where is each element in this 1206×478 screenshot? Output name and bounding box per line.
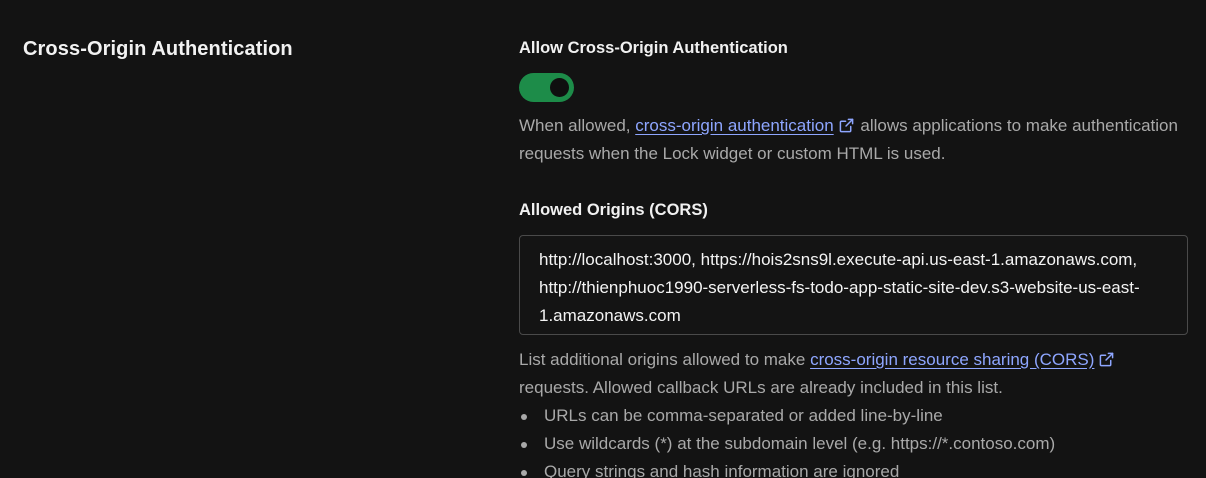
allow-help-prefix: When allowed, <box>519 116 636 135</box>
origins-help-prefix: List additional origins allowed to make <box>519 350 811 369</box>
toggle-knob <box>550 78 569 97</box>
allow-cross-origin-label: Allow Cross-Origin Authentication <box>519 39 788 57</box>
cross-origin-authentication-link[interactable]: cross-origin authentication <box>635 116 833 135</box>
origins-help-suffix: requests. Allowed callback URLs are alre… <box>519 378 1003 397</box>
list-item: Query strings and hash information are i… <box>519 458 1055 478</box>
external-link-icon[interactable] <box>1099 352 1114 367</box>
external-link-icon[interactable] <box>839 118 854 133</box>
allowed-origins-label: Allowed Origins (CORS) <box>519 201 708 219</box>
allow-cross-origin-help: When allowed, cross-origin authenticatio… <box>519 112 1179 168</box>
settings-page: Cross-Origin Authentication Allow Cross-… <box>0 0 1206 478</box>
allowed-origins-textarea[interactable]: http://localhost:3000, https://hois2sns9… <box>519 235 1188 335</box>
list-item: URLs can be comma-separated or added lin… <box>519 402 1055 430</box>
allowed-origins-help: List additional origins allowed to make … <box>519 346 1189 402</box>
origins-tips-list: URLs can be comma-separated or added lin… <box>519 402 1055 478</box>
cors-link[interactable]: cross-origin resource sharing (CORS) <box>810 350 1094 369</box>
allow-cross-origin-toggle[interactable] <box>519 73 574 102</box>
list-item: Use wildcards (*) at the subdomain level… <box>519 430 1055 458</box>
section-title: Cross-Origin Authentication <box>23 38 293 60</box>
